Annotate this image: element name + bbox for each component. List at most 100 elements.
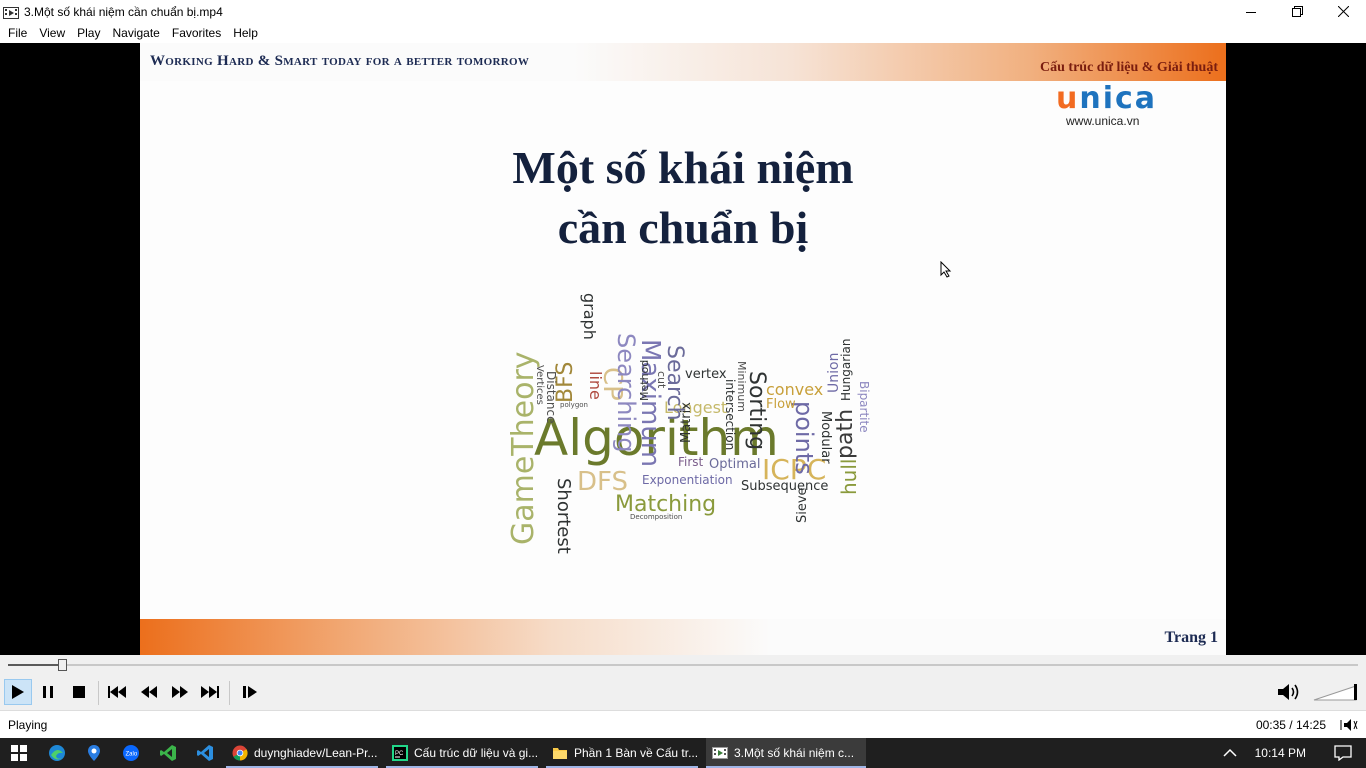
menu-navigate[interactable]: Navigate	[106, 26, 165, 40]
svg-text:Zalo: Zalo	[125, 752, 137, 758]
svg-text:PC: PC	[395, 751, 404, 757]
play-icon	[12, 685, 24, 699]
slide-heading-line2: cần chuẩn bị	[557, 202, 809, 253]
seek-bar[interactable]	[0, 655, 1366, 675]
taskbar-maps[interactable]	[75, 738, 112, 768]
wc-word: Distance	[544, 371, 558, 423]
stop-icon	[73, 686, 85, 698]
taskbar-zalo[interactable]: Zalo	[112, 738, 149, 768]
fast-forward-button[interactable]	[166, 679, 194, 705]
chevron-up-icon[interactable]	[1223, 748, 1237, 758]
menu-help[interactable]: Help	[227, 26, 264, 40]
wc-word: Modular	[818, 411, 833, 464]
restore-button[interactable]	[1274, 0, 1320, 23]
video-area[interactable]: Working Hard & Smart today for a better …	[0, 43, 1366, 655]
wc-word: cut	[655, 371, 668, 389]
window-title: 3.Một số khái niệm cần chuẩn bị.mp4	[24, 4, 223, 19]
wc-word: path	[833, 409, 858, 459]
start-button[interactable]	[0, 738, 38, 768]
wc-word: Method	[638, 360, 651, 401]
pause-button[interactable]	[34, 679, 62, 705]
mpc-icon	[712, 747, 728, 759]
seek-thumb[interactable]	[58, 659, 68, 671]
film-icon	[3, 6, 19, 19]
menu-play[interactable]: Play	[71, 26, 106, 40]
rewind-icon	[141, 686, 157, 698]
close-icon	[1337, 6, 1349, 17]
speaker-icon[interactable]	[1276, 681, 1302, 703]
menu-favorites[interactable]: Favorites	[166, 26, 227, 40]
slide-motto: Working Hard & Smart today for a better …	[150, 53, 530, 69]
wc-word: Sieve	[795, 487, 810, 523]
video-frame: Working Hard & Smart today for a better …	[140, 43, 1226, 655]
folder-icon	[553, 748, 567, 759]
wc-word: Minimum	[735, 361, 748, 412]
playback-controls	[0, 675, 1366, 710]
stop-button[interactable]	[65, 679, 93, 705]
status-bar: Playing 00:35 / 14:25	[0, 710, 1366, 738]
taskbar-app-label: Phần 1 Bàn về Cấu tr...	[574, 746, 699, 760]
taskbar-clock[interactable]: 10:14 PM	[1255, 746, 1306, 760]
wc-word: Exponentiation	[642, 473, 733, 487]
taskbar: Zalo duynghiadev/Lean-Pr... PC Cấu trúc …	[0, 738, 1366, 768]
menu-bar: File View Play Navigate Favorites Help	[0, 23, 1366, 43]
slide-heading-line1: Một số khái niệm	[512, 142, 854, 193]
system-tray: 10:14 PM	[1223, 738, 1366, 768]
close-button[interactable]	[1320, 0, 1366, 23]
volume-slider[interactable]	[1312, 683, 1360, 701]
title-bar: 3.Một số khái niệm cần chuẩn bị.mp4	[0, 0, 1366, 23]
taskbar-app-chrome[interactable]: duynghiadev/Lean-Pr...	[226, 738, 384, 768]
menu-view[interactable]: View	[33, 26, 71, 40]
taskbar-app-pycharm[interactable]: PC Cấu trúc dữ liệu và gi...	[386, 738, 544, 768]
notification-icon[interactable]	[1334, 745, 1352, 761]
visual-studio-icon	[159, 745, 176, 761]
taskbar-app-label: Cấu trúc dữ liệu và gi...	[414, 746, 539, 760]
taskbar-app-media-player[interactable]: 3.Một số khái niệm c...	[706, 738, 866, 768]
minimize-icon	[1246, 11, 1256, 13]
previous-icon	[108, 686, 126, 698]
windows-icon	[11, 745, 27, 761]
wc-word: Vertices	[534, 365, 545, 405]
mouse-cursor-icon	[940, 261, 952, 278]
word-cloud-image: Algorithm GameTheory Shortest DFS Matchi…	[506, 293, 870, 554]
taskbar-visual-studio[interactable]	[149, 738, 186, 768]
edge-icon	[48, 745, 65, 761]
minimize-button[interactable]	[1228, 0, 1274, 23]
wc-word: Matrix	[679, 402, 694, 443]
wc-word: vertex	[685, 367, 727, 382]
wc-word: points	[790, 401, 818, 475]
slide-footer-band	[140, 619, 1226, 655]
frame-step-button[interactable]	[236, 679, 264, 705]
fast-forward-icon	[172, 686, 188, 698]
menu-file[interactable]: File	[2, 26, 33, 40]
wc-word: Optimal	[709, 457, 760, 472]
wc-word: Maximum	[635, 339, 665, 467]
taskbar-app-label: duynghiadev/Lean-Pr...	[254, 746, 378, 760]
next-button[interactable]	[196, 679, 224, 705]
separator	[98, 681, 99, 705]
wc-word: Bipartite	[857, 381, 870, 433]
seek-track[interactable]	[8, 664, 1358, 666]
taskbar-app-explorer[interactable]: Phần 1 Bàn về Cấu tr...	[546, 738, 704, 768]
logo-u: u	[1056, 81, 1080, 116]
wc-word: polygon	[560, 401, 588, 409]
pause-icon	[43, 686, 53, 698]
taskbar-edge[interactable]	[38, 738, 75, 768]
wc-word: graph	[580, 293, 599, 340]
restore-icon	[1291, 6, 1303, 17]
time-display[interactable]: 00:35 / 14:25	[1256, 718, 1326, 732]
wc-word: line	[586, 371, 605, 400]
frame-step-icon	[243, 686, 257, 698]
wc-word: Union	[826, 353, 842, 393]
audio-signal-icon	[1340, 719, 1358, 731]
zalo-icon: Zalo	[122, 745, 139, 761]
play-button[interactable]	[4, 679, 32, 705]
slide-website: www.unica.vn	[1066, 114, 1140, 128]
rewind-button[interactable]	[135, 679, 163, 705]
next-icon	[201, 686, 219, 698]
seek-progress	[8, 664, 64, 666]
playback-status: Playing	[8, 718, 48, 732]
slide-page-number: Trang 1	[1164, 629, 1218, 646]
taskbar-vscode[interactable]	[186, 738, 223, 768]
previous-button[interactable]	[103, 679, 131, 705]
